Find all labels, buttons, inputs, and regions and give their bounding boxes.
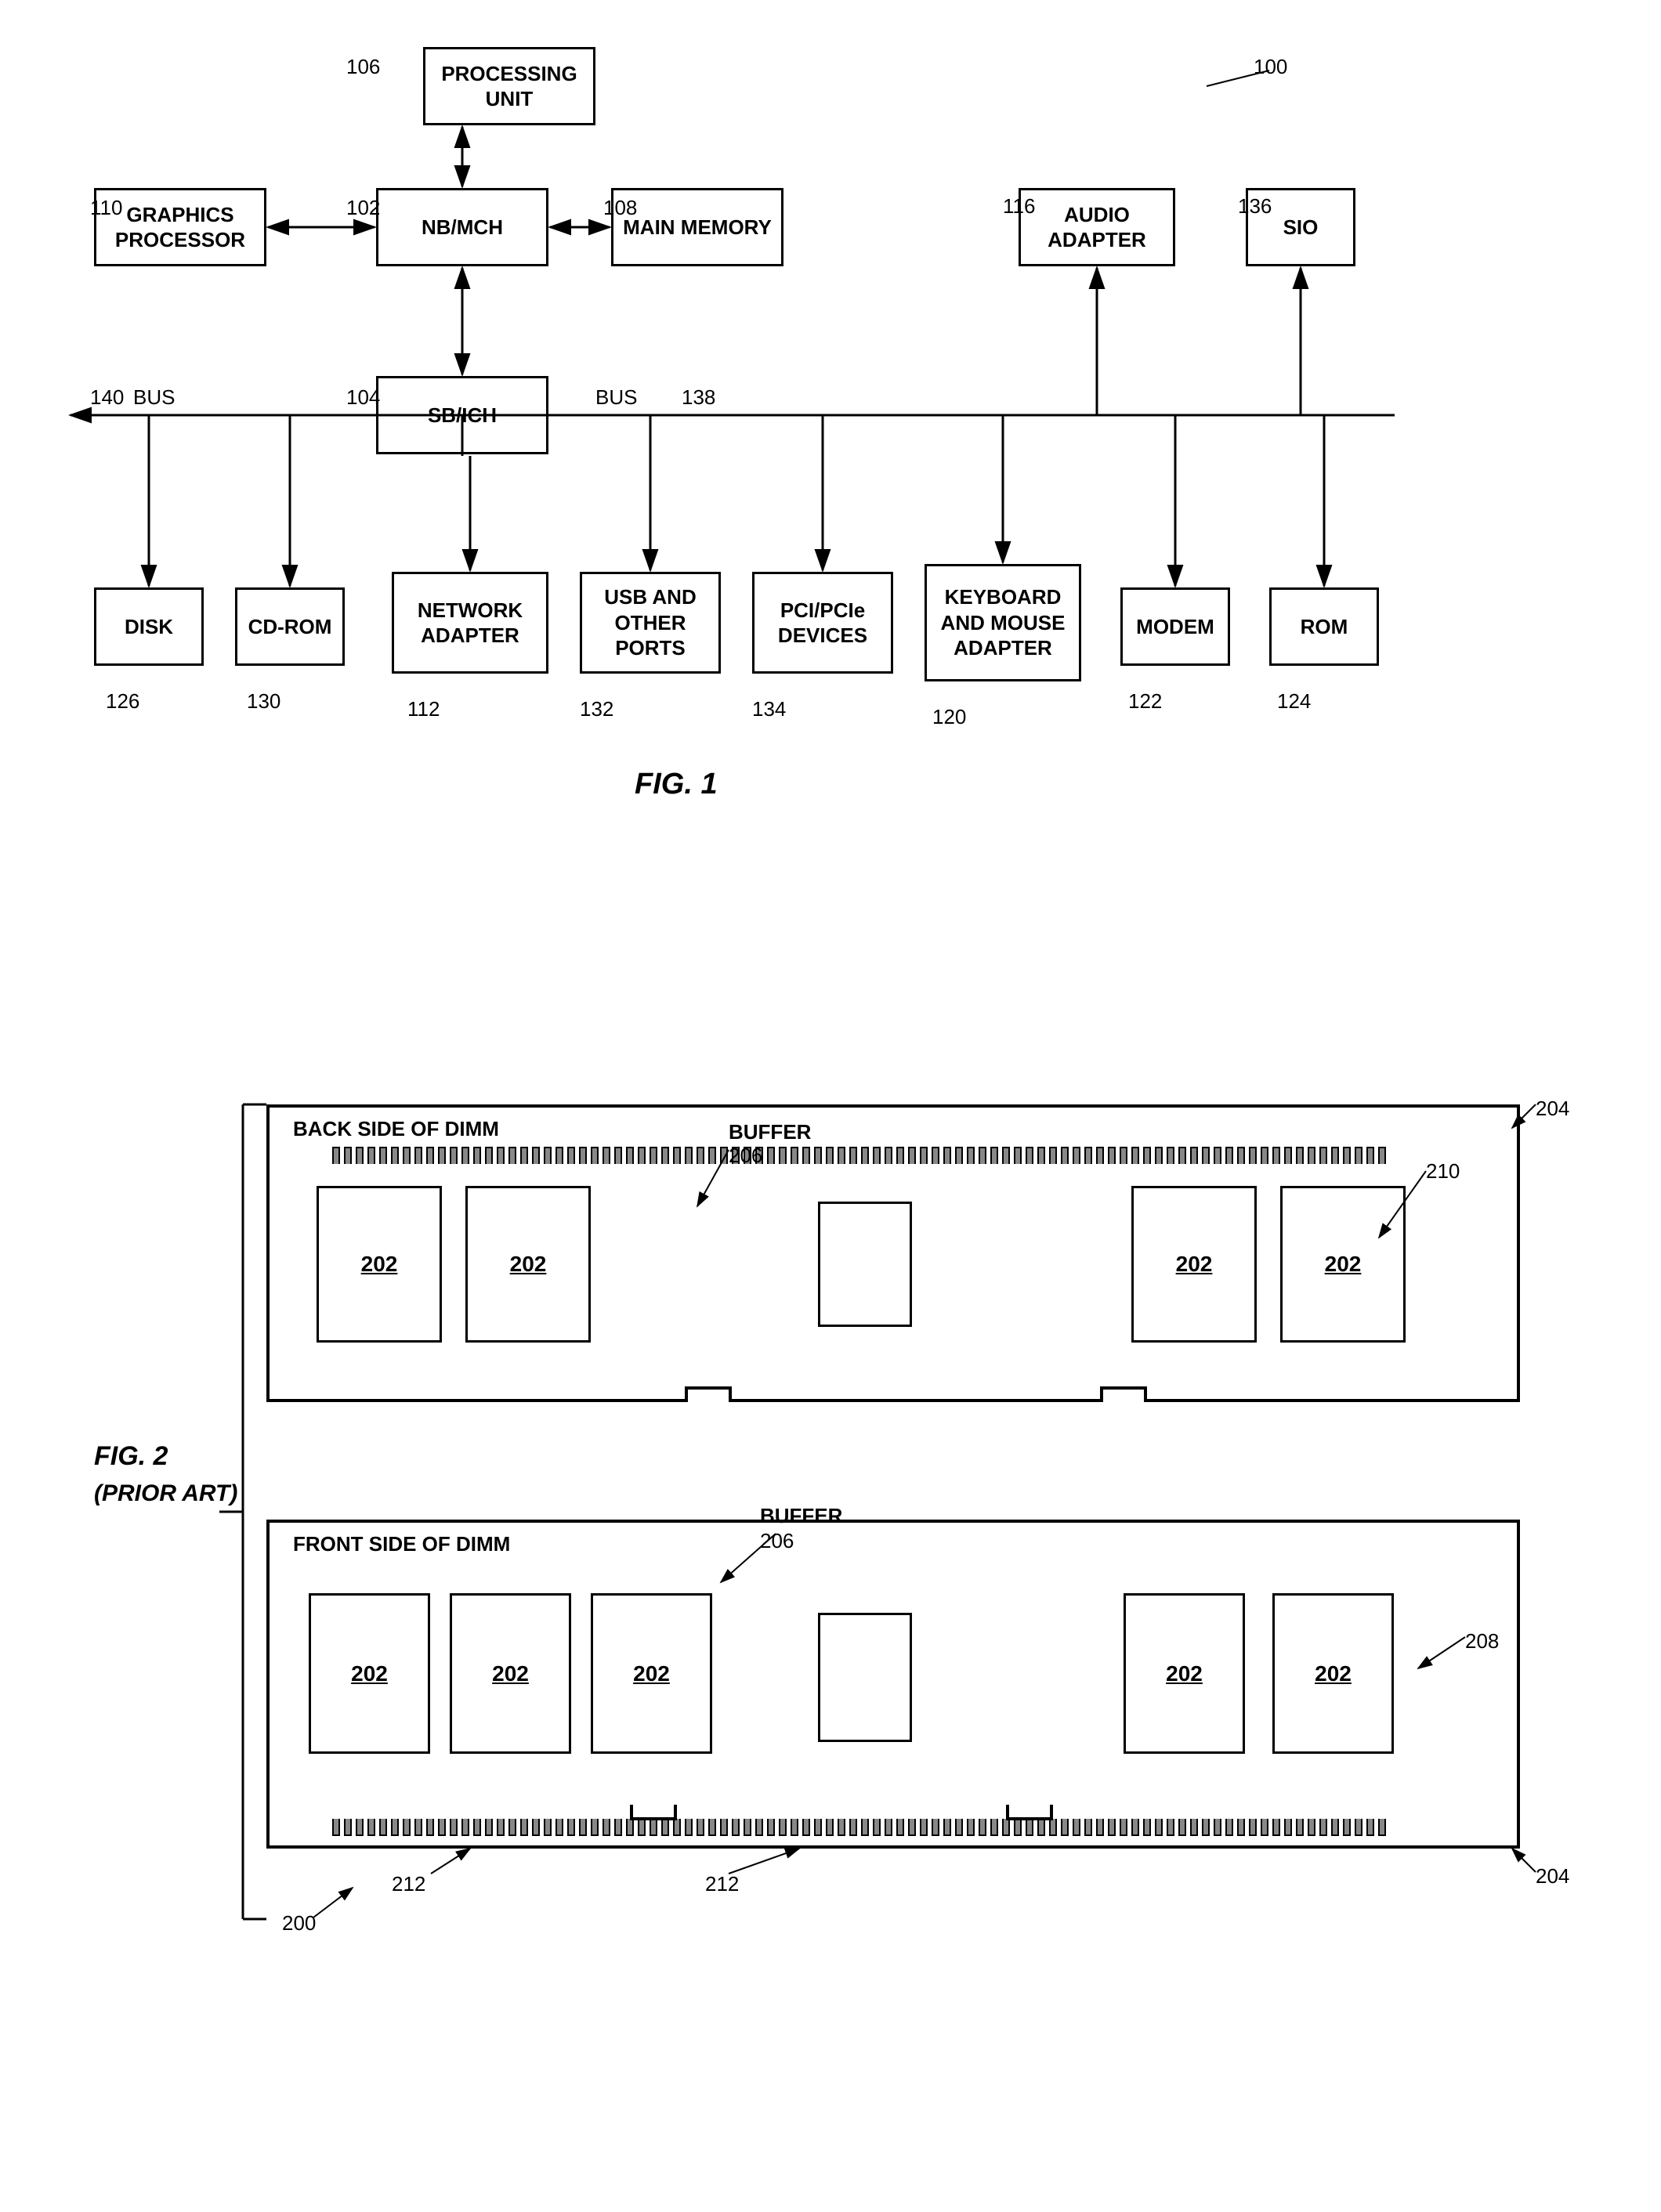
buffer-label-front: BUFFER (760, 1504, 842, 1528)
dram-chip-f3: 202 (591, 1593, 712, 1754)
ref-134: 134 (752, 697, 786, 721)
bus1-text: BUS (133, 385, 175, 410)
notch-front-right (1006, 1805, 1053, 1820)
ref-126: 126 (106, 689, 139, 714)
ref-208: 208 (1465, 1629, 1499, 1654)
ref-210: 210 (1426, 1159, 1460, 1184)
buffer-ref-front: 206 (760, 1529, 794, 1553)
network-adapter-box: NETWORK ADAPTER (392, 572, 548, 674)
audio-adapter-box: AUDIO ADAPTER (1019, 188, 1175, 266)
ref-108: 108 (603, 196, 637, 220)
modem-box: MODEM (1120, 587, 1230, 666)
ref-212-left: 212 (392, 1872, 425, 1896)
fig2-caption: FIG. 2 (94, 1441, 168, 1472)
dram-chip-b2: 202 (465, 1186, 591, 1343)
fig1-diagram: PROCESSING UNIT NB/MCH SB/ICH MAIN MEMOR… (47, 23, 1614, 1010)
processing-unit-box: PROCESSING UNIT (423, 47, 595, 125)
usb-ports-box: USB AND OTHER PORTS (580, 572, 721, 674)
front-dimm-board: FRONT SIDE OF DIMM 202 202 202 202 202 (266, 1520, 1520, 1849)
pci-devices-box: PCI/PCIe DEVICES (752, 572, 893, 674)
dram-chip-f2: 202 (450, 1593, 571, 1754)
ref-106: 106 (346, 55, 380, 79)
fig2-diagram: FIG. 2 (PRIOR ART) BACK SIDE OF DIMM 202… (47, 1081, 1614, 2193)
ref-212-right: 212 (705, 1872, 739, 1896)
fig1-arrows (47, 23, 1614, 1010)
fig2-bracket (204, 1097, 282, 1927)
back-side-label: BACK SIDE OF DIMM (293, 1117, 499, 1141)
notch-back-right (1100, 1386, 1147, 1402)
fig1-caption: FIG. 1 (635, 768, 718, 801)
dram-chip-f4: 202 (1124, 1593, 1245, 1754)
ref-204-bottom: 204 (1536, 1864, 1569, 1889)
sb-ich-box: SB/ICH (376, 376, 548, 454)
ref-132: 132 (580, 697, 613, 721)
keyboard-adapter-box: KEYBOARD AND MOUSE ADAPTER (925, 564, 1081, 681)
ref-100: 100 (1254, 55, 1287, 79)
ref-130: 130 (247, 689, 280, 714)
ref-116: 116 (1003, 194, 1035, 219)
top-teeth (332, 1147, 1454, 1164)
dram-chip-f1: 202 (309, 1593, 430, 1754)
bus2-label: 138 (682, 385, 715, 410)
ref-102: 102 (346, 196, 380, 220)
nb-mch-box: NB/MCH (376, 188, 548, 266)
bus1-label: 140 (90, 385, 124, 410)
ref-104: 104 (346, 385, 380, 410)
ref-204-top: 204 (1536, 1097, 1569, 1121)
buffer-chip-front (818, 1613, 912, 1742)
ref-136: 136 (1238, 194, 1272, 219)
notch-front-left (630, 1805, 677, 1820)
ref-112: 112 (407, 697, 440, 721)
ref-120: 120 (932, 705, 966, 729)
ref-200: 200 (282, 1911, 316, 1936)
ref-124: 124 (1277, 689, 1311, 714)
ref-122: 122 (1128, 689, 1162, 714)
bottom-teeth (332, 1819, 1454, 1836)
buffer-ref-back: 206 (729, 1144, 762, 1168)
bus2-text: BUS (595, 385, 637, 410)
disk-box: DISK (94, 587, 204, 666)
dram-chip-b1: 202 (317, 1186, 442, 1343)
buffer-chip-back (818, 1202, 912, 1327)
dram-chip-b4: 202 (1280, 1186, 1406, 1343)
back-dimm-board: BACK SIDE OF DIMM 202 202 202 202 (266, 1104, 1520, 1402)
ref-110: 110 (90, 196, 122, 220)
dram-chip-b3: 202 (1131, 1186, 1257, 1343)
buffer-label-back: BUFFER (729, 1120, 811, 1144)
dram-chip-f5: 202 (1272, 1593, 1394, 1754)
front-side-label: FRONT SIDE OF DIMM (293, 1532, 510, 1556)
notch-back-left (685, 1386, 732, 1402)
rom-box: ROM (1269, 587, 1379, 666)
cd-rom-box: CD-ROM (235, 587, 345, 666)
